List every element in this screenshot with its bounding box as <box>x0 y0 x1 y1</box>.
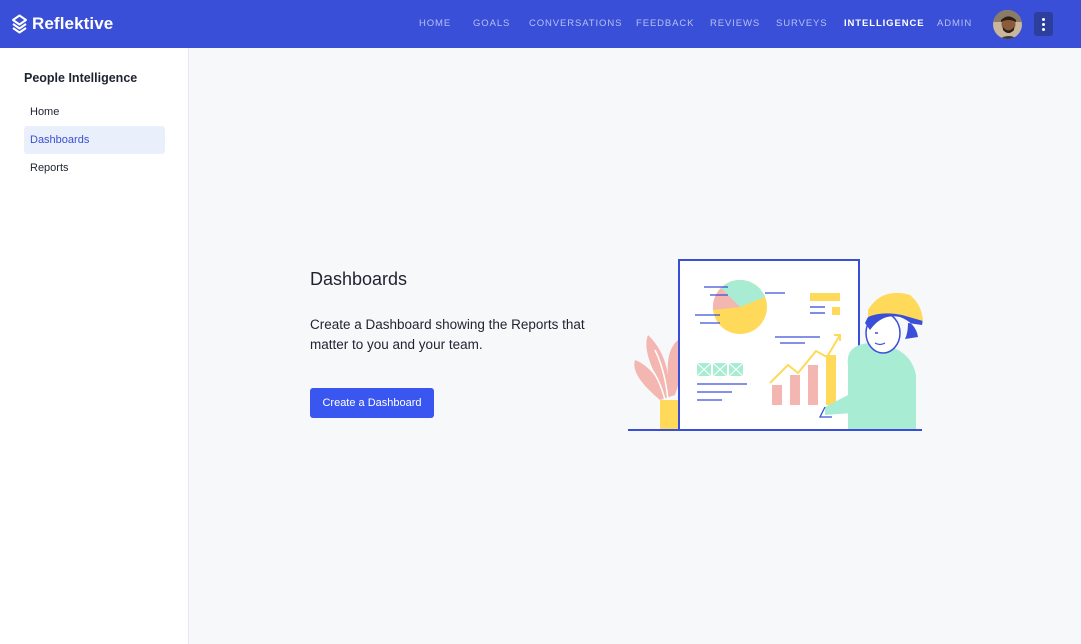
nav-feedback[interactable]: FEEDBACK <box>636 0 694 48</box>
brand-name: Reflektive <box>32 14 114 33</box>
nav-reviews[interactable]: REVIEWS <box>710 0 760 48</box>
nav-goals[interactable]: GOALS <box>473 0 510 48</box>
user-avatar-photo <box>993 10 1022 39</box>
sidebar: People Intelligence Home Dashboards Repo… <box>0 48 189 644</box>
create-dashboard-button[interactable]: Create a Dashboard <box>310 388 434 418</box>
empty-state-description: Create a Dashboard showing the Reports t… <box>310 317 585 352</box>
nav-conversations[interactable]: CONVERSATIONS <box>529 0 622 48</box>
brand-logo-link[interactable]: Reflektive <box>11 12 113 36</box>
nav-admin[interactable]: ADMIN <box>937 0 972 48</box>
more-vertical-icon[interactable] <box>1034 12 1053 36</box>
reflektive-logo-icon <box>12 14 27 34</box>
user-avatar[interactable] <box>992 9 1023 40</box>
page-title: Dashboards <box>310 269 408 289</box>
dashboard-illustration <box>628 259 923 431</box>
sidebar-item-dashboards[interactable]: Dashboards <box>24 126 165 154</box>
sidebar-title: People Intelligence <box>24 71 138 85</box>
top-navigation-bar: Reflektive HOME GOALS CONVERSATIONS FEED… <box>0 0 1081 48</box>
nav-home[interactable]: HOME <box>419 0 451 48</box>
sidebar-item-home[interactable]: Home <box>24 98 165 126</box>
nav-intelligence[interactable]: INTELLIGENCE <box>844 0 924 48</box>
sidebar-item-reports[interactable]: Reports <box>24 154 165 182</box>
nav-surveys[interactable]: SURVEYS <box>776 0 828 48</box>
